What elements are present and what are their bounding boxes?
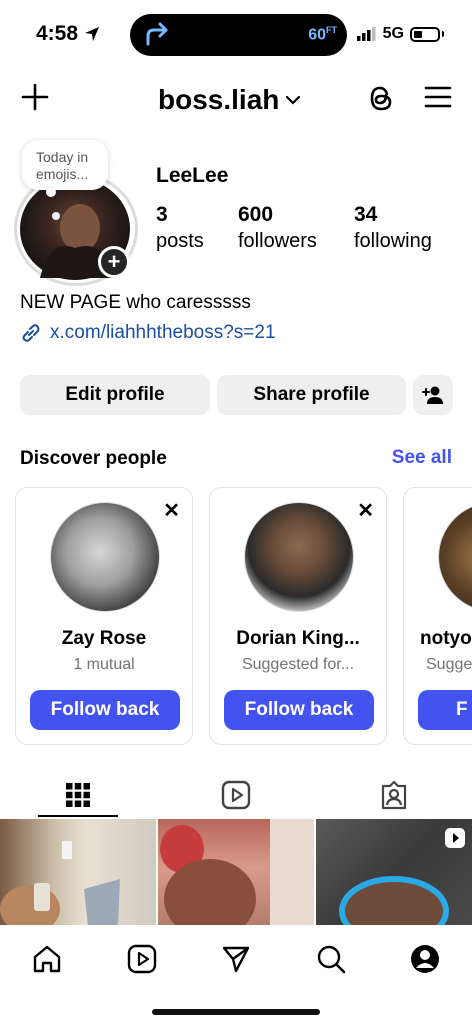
suggestion-name: Zay Rose: [61, 628, 147, 649]
stat-value: 600: [238, 203, 274, 226]
note-bubble[interactable]: Today in emojis...: [22, 140, 108, 197]
stat-label: posts: [156, 230, 204, 252]
signal-icon: [356, 27, 376, 41]
discover-title: Discover people: [20, 448, 167, 469]
grid-icon: [66, 783, 90, 807]
threads-button[interactable]: [366, 82, 396, 119]
suggestion-card[interactable]: ✕ Zay Rose 1 mutual Follow back: [15, 487, 193, 745]
reels-icon: [221, 780, 251, 810]
profile-link[interactable]: x.com/liahhhtheboss?s=21: [20, 322, 276, 344]
nav-reels[interactable]: [122, 939, 162, 979]
network-label: 5G: [382, 25, 404, 42]
tab-posts-grid[interactable]: [38, 772, 118, 818]
post-image: [160, 819, 314, 927]
reel-badge-icon: [445, 828, 465, 848]
suggestion-card[interactable]: ✕ Dorian King... Suggested for... Follow…: [209, 487, 387, 745]
tagged-icon: [381, 780, 407, 810]
nav-profile[interactable]: [405, 939, 445, 979]
post-image: [0, 841, 120, 927]
add-story-button[interactable]: +: [98, 246, 130, 278]
suggestion-name: Dorian King...: [236, 628, 360, 649]
temperature-readout: 60FT: [308, 25, 337, 44]
suggestion-card[interactable]: notyo Sugge F: [403, 487, 472, 745]
username-label: boss.liah: [158, 84, 280, 115]
profile-screen: 4:58 60FT 5G boss.liah + Today in emojis…: [0, 0, 472, 1024]
follow-back-button[interactable]: F: [418, 690, 472, 730]
stat-value: 3: [156, 203, 168, 226]
active-tab-indicator: [38, 815, 118, 817]
tab-tagged[interactable]: [354, 772, 434, 818]
temperature-value: 60: [308, 26, 326, 44]
link-icon: [22, 324, 40, 342]
clock-text: 4:58: [36, 22, 79, 45]
follow-back-button[interactable]: Follow back: [224, 690, 374, 730]
stat-posts[interactable]: 3 posts: [156, 202, 204, 254]
forward-arrow-icon: [146, 22, 168, 46]
clock: 4:58: [36, 22, 100, 46]
add-person-icon: [422, 386, 443, 404]
dynamic-island: 60FT: [130, 14, 347, 56]
suggestion-avatar: [438, 502, 472, 612]
nav-search[interactable]: [311, 939, 351, 979]
share-profile-button[interactable]: Share profile: [217, 375, 406, 415]
suggestion-subtitle: 1 mutual: [73, 656, 135, 673]
follow-back-button[interactable]: Follow back: [30, 690, 180, 730]
stat-label: followers: [238, 230, 317, 252]
nav-messages[interactable]: [216, 939, 256, 979]
bottom-navigation: [0, 925, 472, 1024]
dismiss-button[interactable]: ✕: [357, 498, 374, 523]
bio-text: NEW PAGE who caresssss: [20, 292, 251, 313]
account-switcher[interactable]: boss.liah: [158, 84, 301, 116]
home-icon: [33, 945, 61, 973]
nav-home[interactable]: [27, 939, 67, 979]
home-indicator: [152, 1009, 320, 1015]
see-all-link[interactable]: See all: [392, 447, 452, 469]
status-bar: 4:58 60FT 5G: [0, 0, 472, 66]
chevron-down-icon: [286, 95, 301, 105]
plus-icon: [21, 83, 49, 111]
threads-icon: [370, 86, 392, 111]
stat-following[interactable]: 34 following: [354, 202, 432, 254]
location-arrow-icon: [85, 27, 100, 41]
post-thumbnail[interactable]: [316, 819, 472, 927]
suggestion-avatar: [244, 502, 354, 612]
create-button[interactable]: [20, 82, 50, 117]
suggestion-name: notyo: [420, 628, 472, 649]
battery-icon: [410, 26, 440, 42]
search-icon: [317, 945, 346, 974]
post-thumbnail[interactable]: [158, 819, 314, 927]
dismiss-button[interactable]: ✕: [163, 498, 180, 523]
profile-icon: [411, 945, 439, 973]
suggestion-avatar: [50, 502, 160, 612]
profile-header: boss.liah: [0, 80, 472, 120]
edit-profile-button[interactable]: Edit profile: [20, 375, 210, 415]
display-name: LeeLee: [156, 164, 229, 187]
temperature-unit: FT: [326, 25, 337, 35]
menu-icon: [424, 86, 452, 108]
suggestion-subtitle: Suggested for...: [241, 656, 355, 673]
stat-label: following: [354, 230, 432, 252]
battery-tip: [442, 31, 444, 37]
send-icon: [222, 946, 250, 973]
system-icons: 5G: [356, 25, 444, 43]
reels-icon: [127, 944, 157, 974]
suggestion-subtitle: Sugge: [426, 656, 472, 673]
stat-value: 34: [354, 203, 378, 226]
suggest-people-button[interactable]: [413, 375, 453, 415]
stat-followers[interactable]: 600 followers: [238, 202, 317, 254]
post-thumbnail[interactable]: [0, 819, 156, 927]
profile-link-text: x.com/liahhhtheboss?s=21: [50, 322, 276, 343]
menu-button[interactable]: [424, 82, 452, 117]
plus-icon: +: [107, 249, 121, 274]
tab-reels[interactable]: [196, 772, 276, 818]
